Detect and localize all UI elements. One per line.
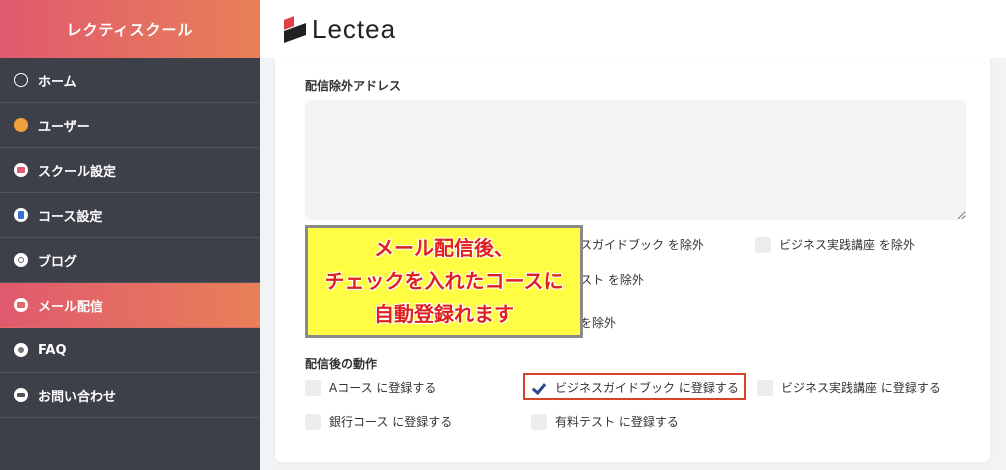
sidebar-item-mail[interactable]: メール配信 [0,283,260,328]
lectea-logo-icon [284,16,306,44]
register-option-business-practice[interactable]: ビジネス実践講座 に登録する [757,379,941,396]
annotation-callout: メール配信後、 チェックを入れたコースに 自動登録れます [305,225,583,338]
sidebar-item-faq[interactable]: FAQ [0,328,260,373]
sidebar-item-label: コース設定 [38,209,103,225]
mail-icon [14,298,28,312]
sidebar-item-label: ブログ [38,254,78,270]
exclude-option-business-guidebook[interactable]: スガイドブック を除外 [580,236,704,253]
sidebar-item-label: ユーザー [38,119,90,135]
exclude-option-label: スガイドブック を除外 [580,238,704,252]
exclude-option-label: を除外 [580,316,617,330]
sidebar-item-course-settings[interactable]: コース設定 [0,193,260,238]
school-icon [14,163,28,177]
exclude-address-label: 配信除外アドレス [305,79,402,93]
exclude-option-other[interactable]: を除外 [580,314,616,331]
callout-line-1: メール配信後、 [374,236,514,260]
highlight-annotation-box [523,373,746,400]
register-option-label: Aコース に登録する [329,381,437,395]
register-option-label: 有料テスト に登録する [555,415,679,429]
checkbox[interactable] [757,379,773,396]
after-action-label: 配信後の動作 [305,357,378,371]
sidebar-item-label: お問い合わせ [38,389,117,405]
contact-icon [14,388,28,402]
checkbox[interactable] [305,413,321,430]
sidebar-item-label: スクール設定 [38,164,117,180]
sidebar-item-blog[interactable]: ブログ [0,238,260,283]
sidebar-item-label: メール配信 [38,299,104,315]
exclude-option-label: スト を除外 [580,273,644,287]
sidebar-item-label: ホーム [38,74,77,90]
sidebar-item-home[interactable]: ホーム [0,58,260,103]
checkbox[interactable] [531,413,547,430]
register-option-a-course[interactable]: Aコース に登録する [305,379,436,396]
callout-line-2: チェックを入れたコースに [324,269,564,293]
school-name: レクティスクール [0,0,260,58]
sidebar-item-label: FAQ [38,342,67,358]
gauge-icon [14,73,28,87]
register-option-label: 銀行コース に登録する [329,415,453,429]
exclude-option-label: ビジネス実践講座 を除外 [779,238,915,252]
exclude-address-textarea[interactable] [305,100,966,220]
course-icon [14,208,28,222]
exclude-option-paid-test[interactable]: スト を除外 [580,271,644,288]
user-icon [14,118,28,132]
checkbox[interactable] [305,379,321,396]
sidebar-item-users[interactable]: ユーザー [0,103,260,148]
blog-icon [14,253,28,267]
sidebar-item-school-settings[interactable]: スクール設定 [0,148,260,193]
faq-icon [14,343,28,357]
exclude-option-business-practice[interactable]: ビジネス実践講座 を除外 [755,236,915,253]
sidebar: レクティスクール ホーム ユーザー スクール設定 コース設定 ブログ メール配信… [0,0,260,470]
sidebar-item-contact[interactable]: お問い合わせ [0,373,260,418]
top-header: Lectea [260,0,1006,58]
register-option-paid-test[interactable]: 有料テスト に登録する [531,413,679,430]
register-option-label: ビジネス実践講座 に登録する [781,381,941,395]
logo-text: Lectea [312,13,397,44]
callout-line-3: 自動登録れます [374,302,514,326]
register-option-bank-course[interactable]: 銀行コース に登録する [305,413,452,430]
checkbox[interactable] [755,236,771,253]
